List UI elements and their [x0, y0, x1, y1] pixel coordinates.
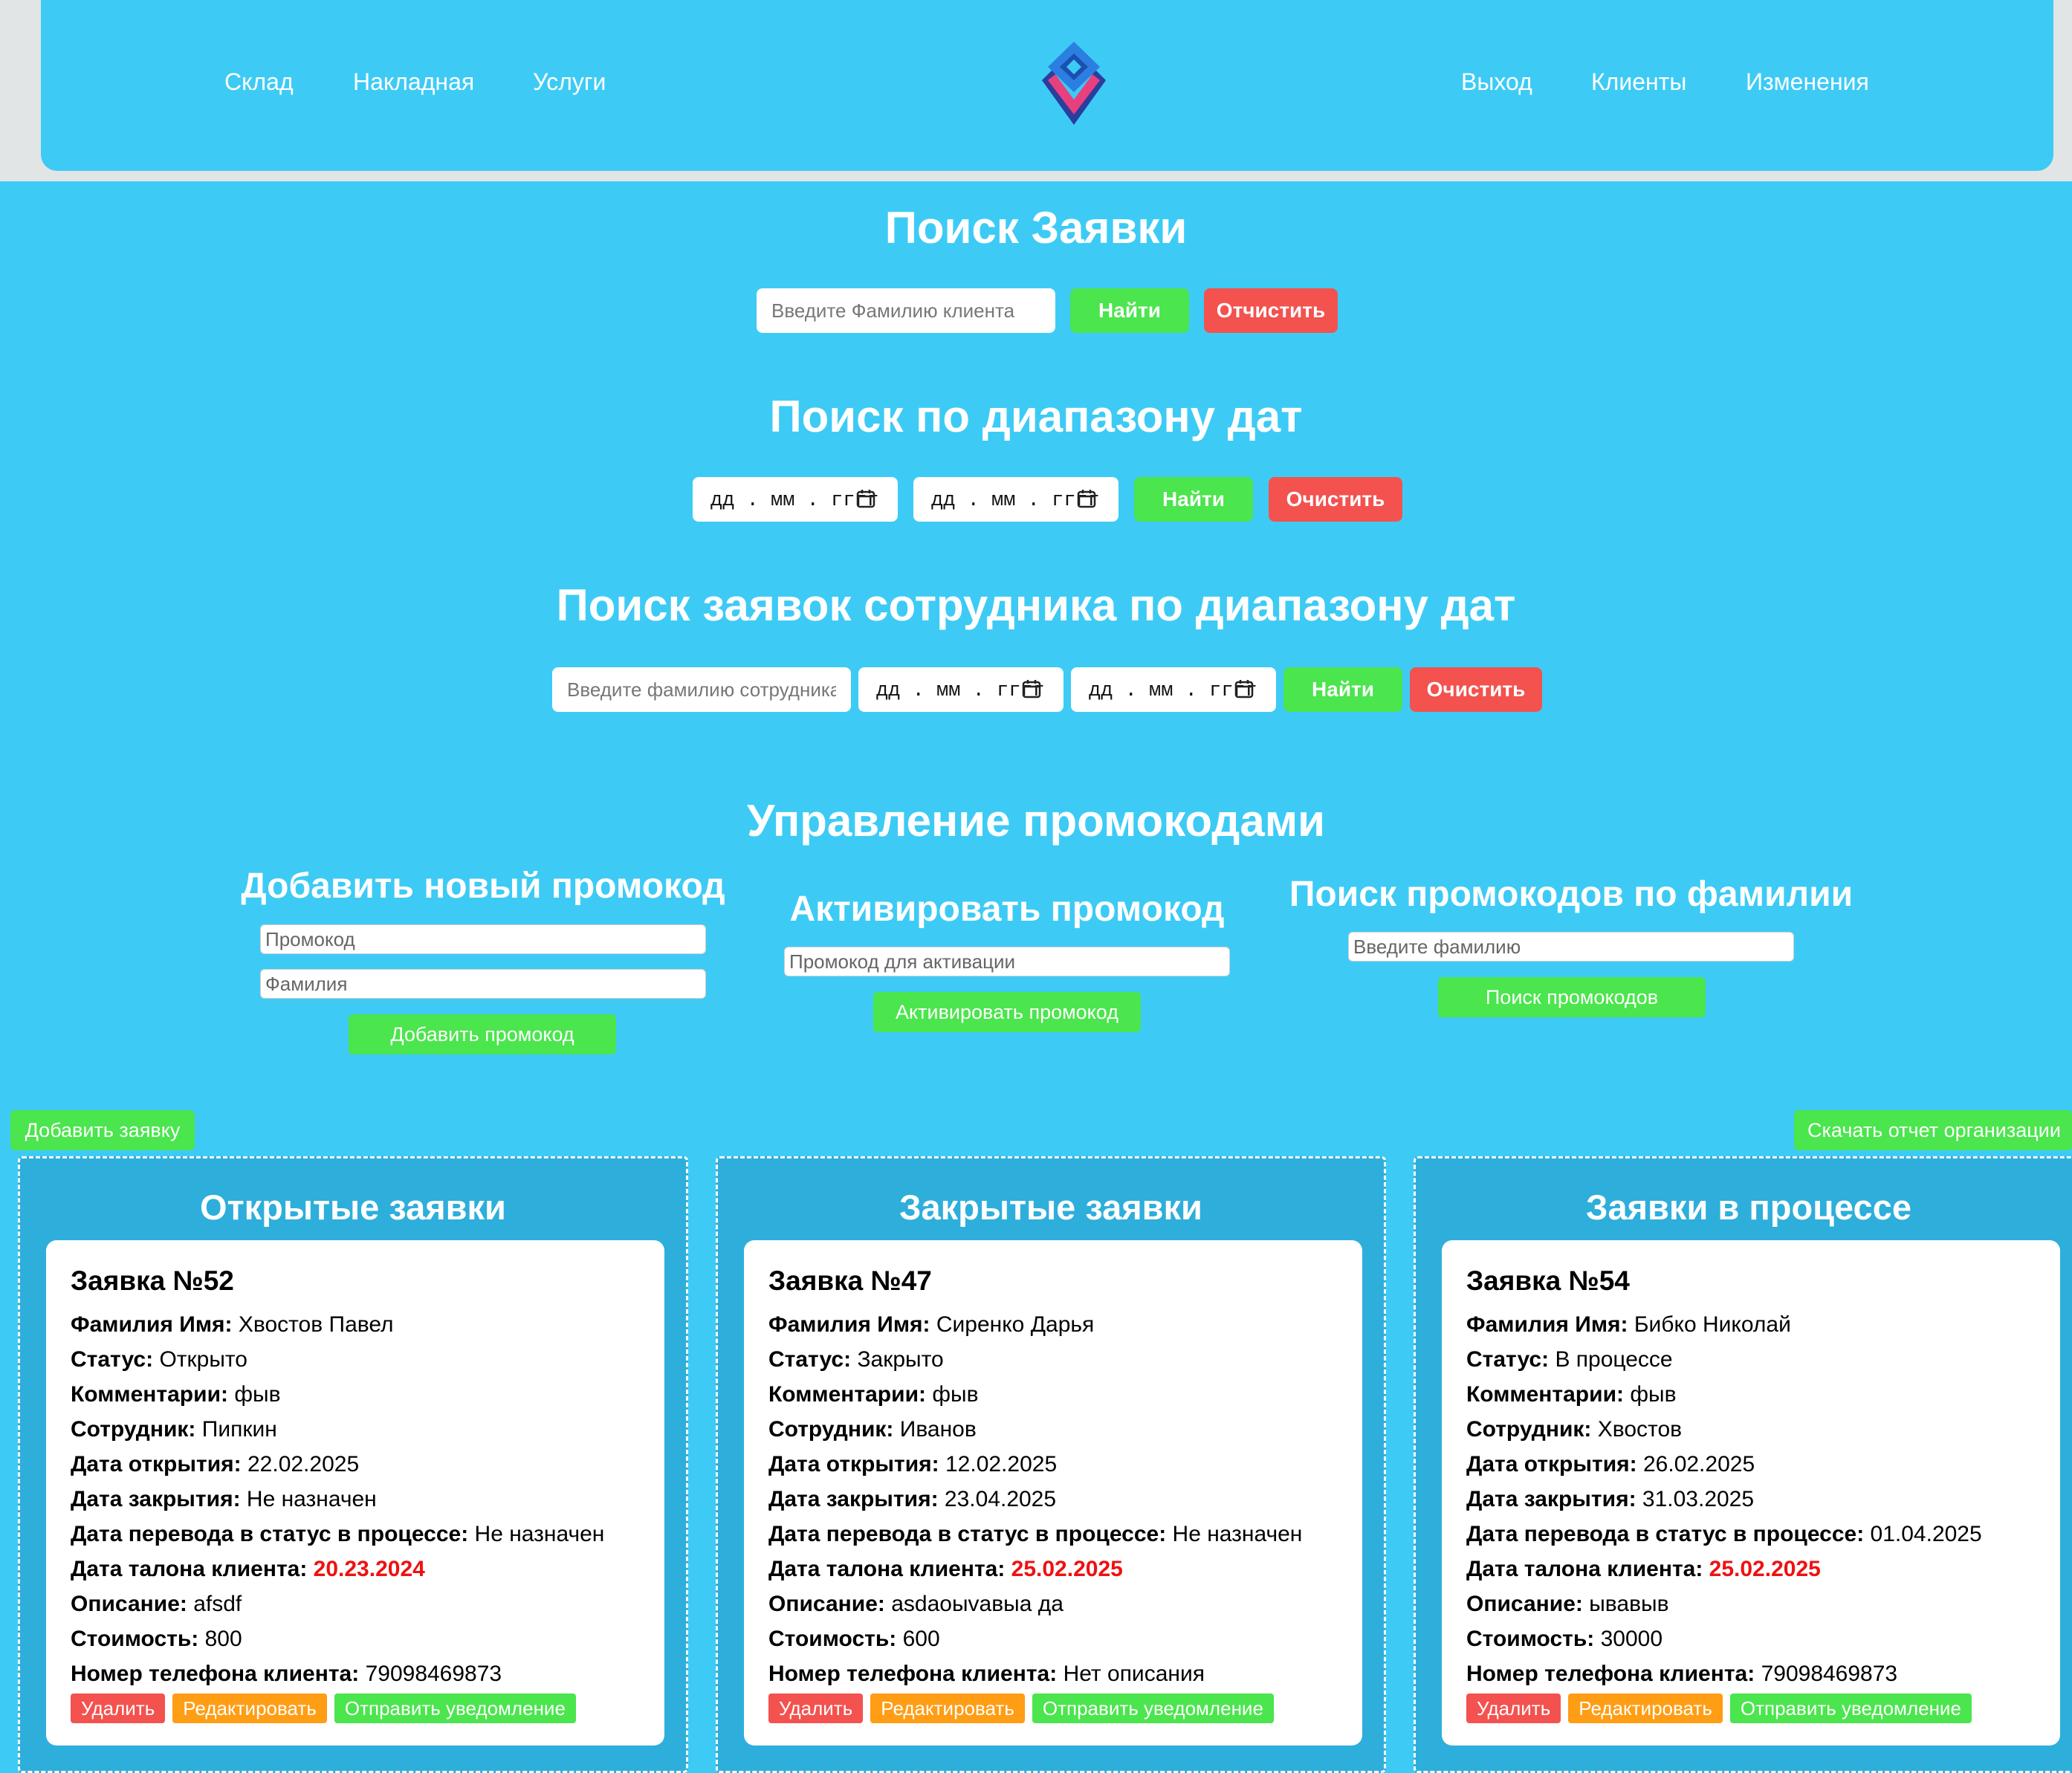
nav-link-warehouse[interactable]: Склад: [224, 68, 294, 96]
field-comments: Комментарии: фыв: [71, 1382, 281, 1407]
notify-button[interactable]: Отправить уведомление: [334, 1693, 576, 1723]
nav-link-logout[interactable]: Выход: [1461, 68, 1532, 96]
client-surname-input[interactable]: [757, 288, 1055, 333]
field-phone: Номер телефона клиента: Нет описания: [768, 1662, 1205, 1686]
column-title: Закрытые заявки: [899, 1187, 1202, 1227]
calendar-icon[interactable]: [1022, 679, 1041, 698]
field-closed: Дата закрытия: Не назначен: [71, 1487, 377, 1511]
download-report-button[interactable]: Скачать отчет организации: [1794, 1110, 2072, 1150]
employee-surname-input[interactable]: [552, 667, 851, 712]
field-ticket: Дата талона клиента: 25.02.2025: [1466, 1557, 1821, 1581]
field-description: Описание: asdaoыvавыа да: [768, 1592, 1063, 1616]
nav-link-invoice[interactable]: Накладная: [353, 68, 474, 96]
edit-button[interactable]: Редактировать: [172, 1693, 327, 1723]
delete-button[interactable]: Удалить: [1466, 1693, 1561, 1723]
field-opened: Дата открытия: 26.02.2025: [1466, 1452, 1755, 1477]
edit-button[interactable]: Редактировать: [1568, 1693, 1723, 1723]
date-placeholder: дд . мм . гггг: [710, 490, 879, 512]
nav-link-services[interactable]: Услуги: [533, 68, 606, 96]
find-dates-button[interactable]: Найти: [1134, 477, 1253, 522]
activate-promo-button[interactable]: Активировать промокод: [873, 992, 1141, 1032]
field-employee: Сотрудник: Иванов: [768, 1417, 977, 1442]
field-comments: Комментарии: фыв: [768, 1382, 979, 1407]
activate-promo-title: Активировать промокод: [789, 889, 1225, 929]
column-in-progress-requests: Заявки в процессе Заявка №54 Фамилия Имя…: [1414, 1156, 2072, 1773]
notify-button[interactable]: Отправить уведомление: [1032, 1693, 1274, 1723]
field-opened: Дата открытия: 22.02.2025: [71, 1452, 360, 1477]
clear-employee-button[interactable]: Очистить: [1410, 667, 1542, 712]
date-placeholder: дд . мм . гггг: [931, 490, 1100, 512]
clear-dates-button[interactable]: Очистить: [1269, 477, 1402, 522]
request-title: Заявка №47: [768, 1265, 932, 1296]
employee-search-title: Поиск заявок сотрудника по диапазону дат: [556, 580, 1516, 630]
employee-date-to-input[interactable]: дд . мм . гггг: [1071, 667, 1276, 712]
field-cost: Стоимость: 600: [768, 1627, 940, 1651]
activate-promo-input[interactable]: [784, 947, 1230, 976]
field-closed: Дата закрытия: 31.03.2025: [1466, 1487, 1755, 1511]
field-cost: Стоимость: 30000: [1466, 1627, 1663, 1651]
promo-title: Управление промокодами: [746, 796, 1326, 846]
column-title: Заявки в процессе: [1586, 1187, 1911, 1227]
field-cost: Стоимость: 800: [71, 1627, 242, 1651]
find-request-button[interactable]: Найти: [1070, 288, 1189, 333]
find-employee-button[interactable]: Найти: [1283, 667, 1402, 712]
field-employee: Сотрудник: Пипкин: [71, 1417, 277, 1442]
request-title: Заявка №54: [1466, 1265, 1630, 1296]
field-status: Статус: Открыто: [71, 1347, 247, 1372]
search-promo-input[interactable]: [1348, 932, 1794, 962]
field-description: Описание: ывавыв: [1466, 1592, 1669, 1616]
request-card: Заявка №52 Фамилия Имя: Хвостов Павел Ст…: [46, 1240, 664, 1746]
search-promo-title: Поиск промокодов по фамилии: [1289, 875, 1854, 914]
date-from-input[interactable]: дд . мм . гггг: [693, 477, 898, 522]
notify-button[interactable]: Отправить уведомление: [1729, 1693, 1972, 1723]
date-to-input[interactable]: дд . мм . гггг: [913, 477, 1118, 522]
request-card: Заявка №47 Фамилия Имя: Сиренко Дарья Ст…: [744, 1240, 1362, 1746]
nav-link-clients[interactable]: Клиенты: [1591, 68, 1686, 96]
promo-surname-input[interactable]: [260, 969, 706, 999]
field-comments: Комментарии: фыв: [1466, 1382, 1677, 1407]
field-phone: Номер телефона клиента: 79098469873: [1466, 1662, 1898, 1686]
field-phone: Номер телефона клиента: 79098469873: [71, 1662, 502, 1686]
field-description: Описание: afsdf: [71, 1592, 242, 1616]
calendar-icon[interactable]: [1077, 489, 1096, 508]
field-name: Фамилия Имя: Хвостов Павел: [71, 1312, 394, 1337]
search-request-title: Поиск Заявки: [884, 203, 1188, 253]
add-promo-button[interactable]: Добавить промокод: [349, 1014, 616, 1054]
delete-button[interactable]: Удалить: [71, 1693, 166, 1723]
nav-link-changes[interactable]: Изменения: [1746, 68, 1869, 96]
logo-icon[interactable]: [1040, 37, 1107, 126]
clear-request-button[interactable]: Отчистить: [1204, 288, 1338, 333]
date-placeholder: дд . мм . гггг: [876, 680, 1045, 702]
add-promo-title: Добавить новый промокод: [241, 866, 725, 906]
calendar-icon[interactable]: [1234, 679, 1254, 698]
calendar-icon[interactable]: [856, 489, 875, 508]
field-in-progress: Дата перевода в статус в процессе: 01.04…: [1466, 1522, 1982, 1546]
date-placeholder: дд . мм . гггг: [1089, 680, 1257, 702]
field-opened: Дата открытия: 12.02.2025: [768, 1452, 1058, 1477]
delete-button[interactable]: Удалить: [768, 1693, 864, 1723]
field-ticket: Дата талона клиента: 25.02.2025: [768, 1557, 1123, 1581]
employee-date-from-input[interactable]: дд . мм . гггг: [858, 667, 1063, 712]
promo-code-input[interactable]: [260, 924, 706, 954]
field-in-progress: Дата перевода в статус в процессе: Не на…: [71, 1522, 605, 1546]
date-range-title: Поиск по диапазону дат: [769, 392, 1303, 441]
field-status: Статус: Закрыто: [768, 1347, 944, 1372]
field-name: Фамилия Имя: Бибко Николай: [1466, 1312, 1791, 1337]
field-closed: Дата закрытия: 23.04.2025: [768, 1487, 1057, 1511]
field-in-progress: Дата перевода в статус в процессе: Не на…: [768, 1522, 1303, 1546]
edit-button[interactable]: Редактировать: [870, 1693, 1025, 1723]
request-card: Заявка №54 Фамилия Имя: Бибко Николай Ст…: [1442, 1240, 2060, 1746]
search-promo-button[interactable]: Поиск промокодов: [1438, 977, 1706, 1017]
field-employee: Сотрудник: Хвостов: [1466, 1417, 1683, 1442]
field-ticket: Дата талона клиента: 20.23.2024: [71, 1557, 425, 1581]
column-title: Открытые заявки: [200, 1187, 506, 1227]
add-request-button[interactable]: Добавить заявку: [10, 1110, 195, 1150]
column-closed-requests: Закрытые заявки Заявка №47 Фамилия Имя: …: [716, 1156, 1386, 1773]
request-title: Заявка №52: [71, 1265, 234, 1296]
header: Склад Накладная Услуги Выход Клиенты Изм…: [41, 0, 2053, 171]
field-status: Статус: В процессе: [1466, 1347, 1673, 1372]
column-open-requests: Открытые заявки Заявка №52 Фамилия Имя: …: [18, 1156, 688, 1773]
field-name: Фамилия Имя: Сиренко Дарья: [768, 1312, 1095, 1337]
